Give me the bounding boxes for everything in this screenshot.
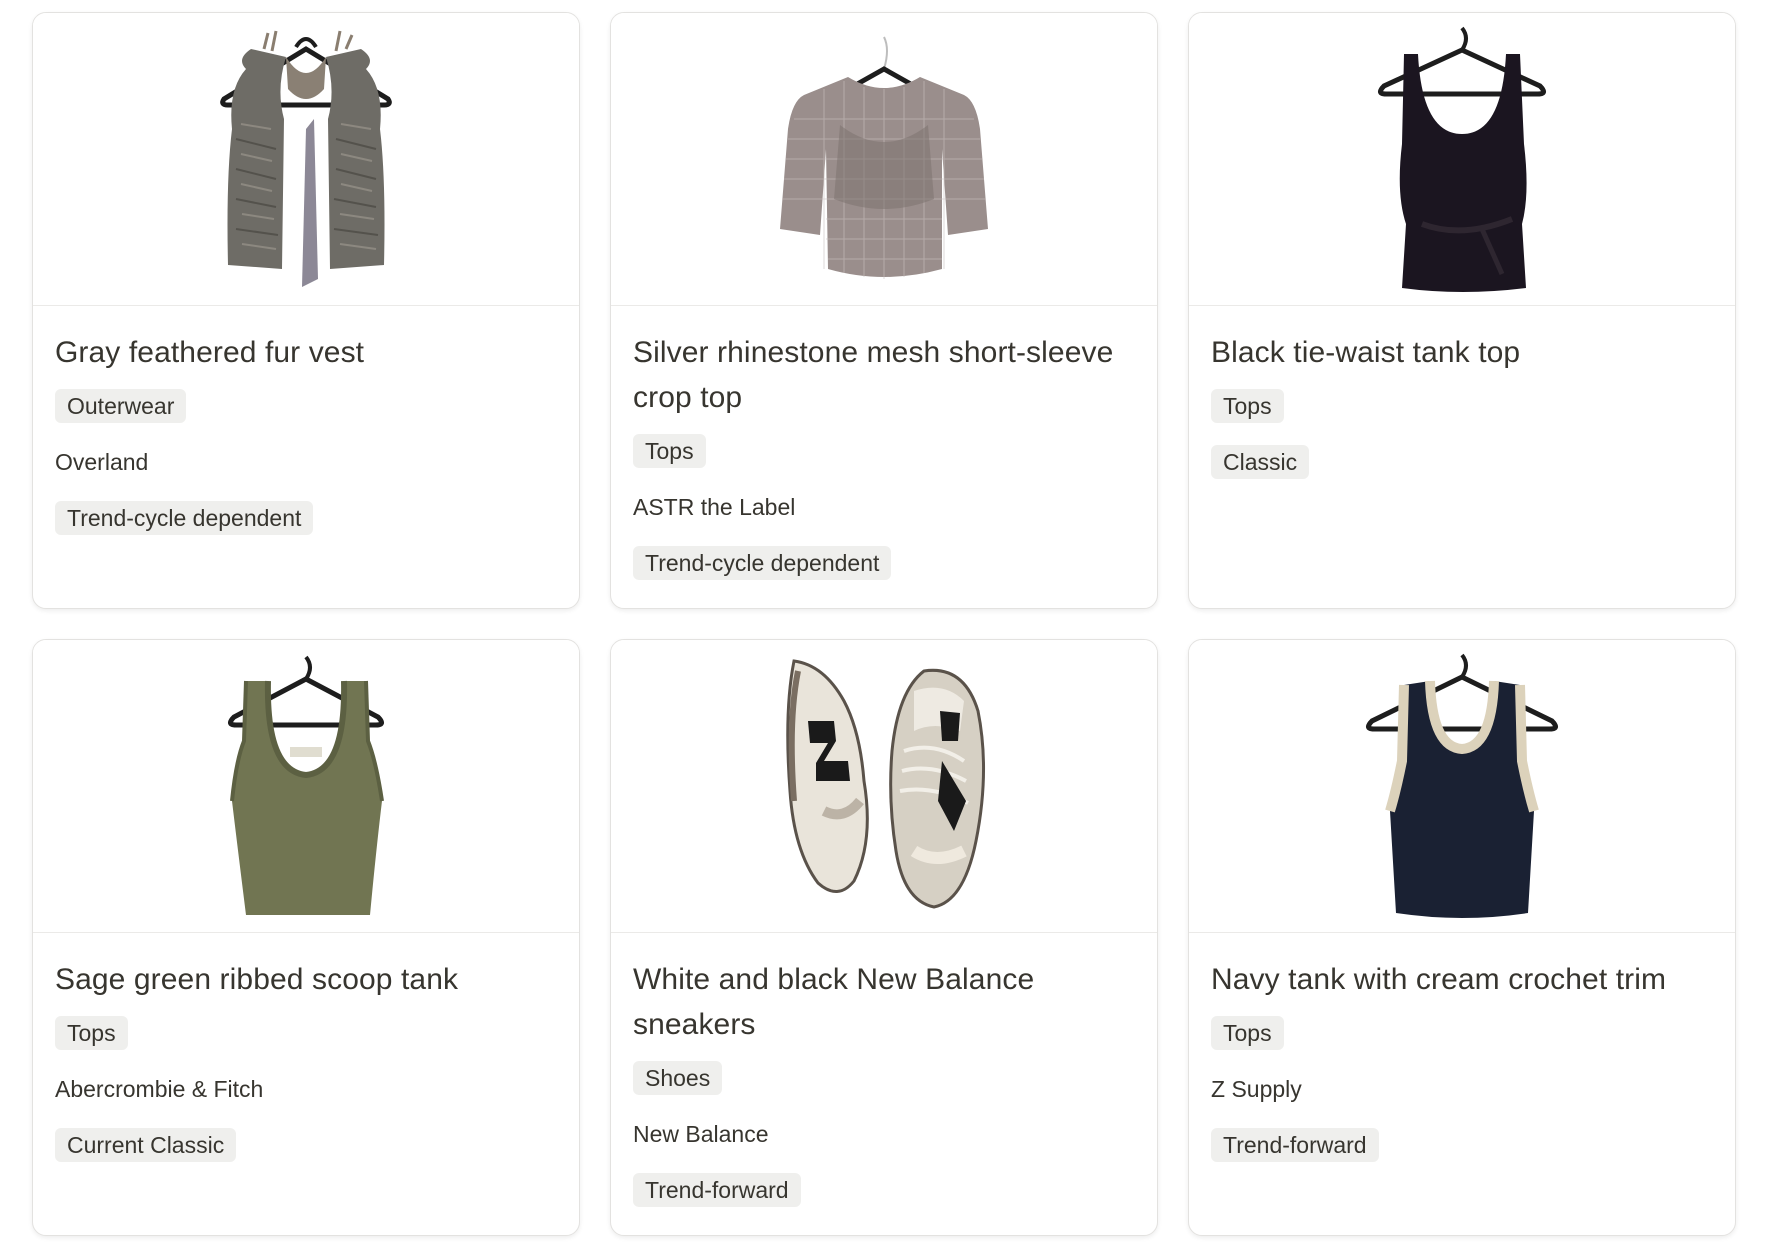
card-title: White and black New Balance sneakers	[633, 963, 1035, 1041]
gallery-card[interactable]: Gray feathered fur vest Outerwear Overla…	[32, 12, 580, 609]
navy-tank-image	[1366, 653, 1558, 918]
card-cover	[33, 13, 579, 306]
gallery-card[interactable]: Black tie-waist tank top Tops Classic	[1188, 12, 1736, 609]
category-tag: Outerwear	[55, 389, 187, 423]
gallery-card[interactable]: Sage green ribbed scoop tank Tops Abercr…	[32, 639, 580, 1236]
style-tag: Current Classic	[55, 1128, 237, 1162]
style-tag: Trend-cycle dependent	[55, 501, 314, 535]
style-tag: Trend-cycle dependent	[633, 546, 892, 580]
brand-text: ASTR the Label	[633, 494, 796, 520]
category-tag: Tops	[55, 1016, 128, 1050]
card-cover	[33, 640, 579, 933]
fur-vest-image	[220, 30, 392, 287]
card-title: Sage green ribbed scoop tank	[55, 963, 459, 996]
style-tag: Trend-forward	[633, 1173, 801, 1207]
category-tag: Shoes	[633, 1061, 723, 1095]
card-title: Black tie-waist tank top	[1211, 336, 1521, 369]
style-tag: Classic	[1211, 445, 1310, 479]
brand-text: New Balance	[633, 1121, 769, 1147]
card-cover	[611, 13, 1157, 306]
gallery-card[interactable]: Silver rhinestone mesh short-sleeve crop…	[610, 12, 1158, 609]
brand-text: Overland	[55, 449, 149, 475]
style-tag: Trend-forward	[1211, 1128, 1379, 1162]
category-tag: Tops	[1211, 1016, 1284, 1050]
card-title: Gray feathered fur vest	[55, 336, 365, 369]
card-cover	[611, 640, 1157, 933]
card-cover	[1189, 640, 1735, 933]
gallery-grid: Gray feathered fur vest Outerwear Overla…	[32, 12, 1736, 1236]
brand-text: Z Supply	[1211, 1076, 1302, 1102]
mesh-crop-top-image	[780, 36, 988, 279]
gallery-card[interactable]: White and black New Balance sneakers Sho…	[610, 639, 1158, 1236]
category-tag: Tops	[1211, 389, 1284, 423]
brand-text: Abercrombie & Fitch	[55, 1076, 264, 1102]
category-tag: Tops	[633, 434, 706, 468]
sneakers-image	[786, 659, 985, 909]
card-title: Silver rhinestone mesh short-sleeve crop…	[633, 336, 1114, 414]
sage-tank-image	[228, 655, 384, 915]
black-tank-image	[1378, 26, 1546, 292]
gallery-card[interactable]: Navy tank with cream crochet trim Tops Z…	[1188, 639, 1736, 1236]
card-title: Navy tank with cream crochet trim	[1211, 963, 1667, 996]
card-cover	[1189, 13, 1735, 306]
